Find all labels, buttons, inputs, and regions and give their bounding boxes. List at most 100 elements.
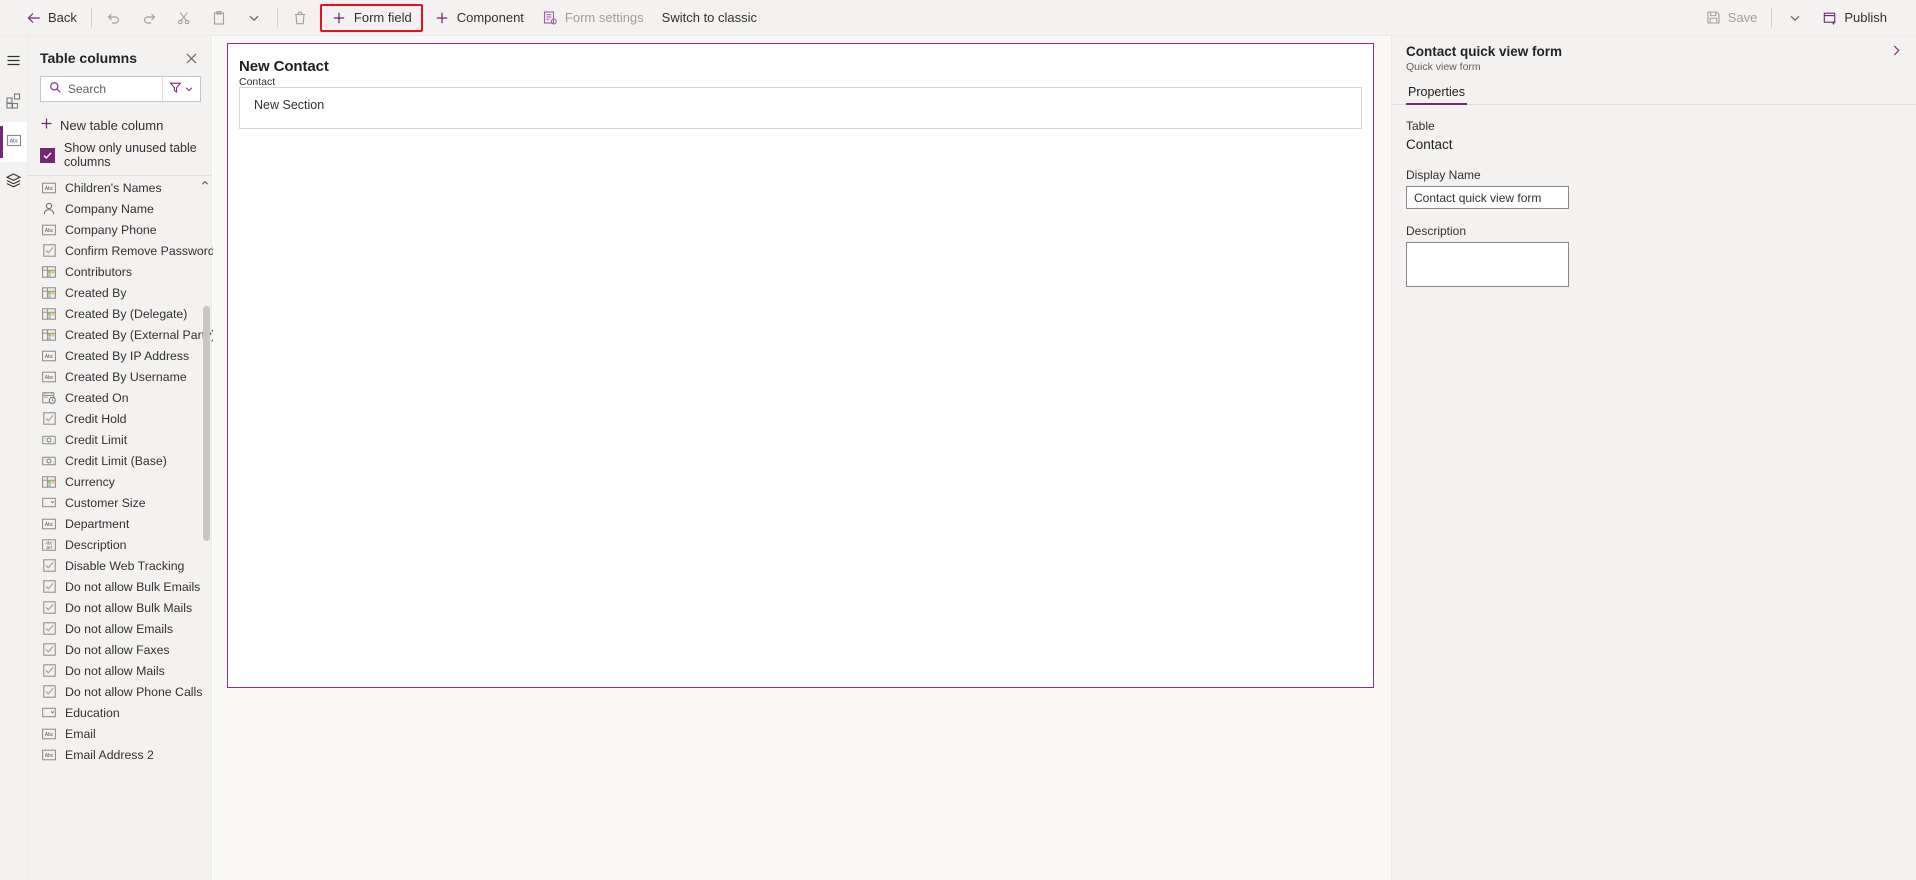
trash-icon [292,9,309,26]
form-card[interactable]: New Contact Contact New Section [227,43,1374,688]
table-column-item[interactable]: Company Name [28,198,213,219]
table-column-label: Company Phone [65,222,157,237]
paste-options-button[interactable] [237,1,272,35]
form-section-label: New Section [254,98,325,112]
table-column-item[interactable]: Abc Email [28,723,213,744]
table-column-item[interactable]: Customer Size [28,492,213,513]
column-list-scrollbar[interactable] [200,176,210,880]
filter-icon [169,81,182,97]
table-column-item[interactable]: Abc Email Address 2 [28,744,213,765]
svg-text:Abc: Abc [45,186,54,192]
table-column-item[interactable]: Do not allow Faxes [28,639,213,660]
svg-text:def: def [46,544,53,549]
components-icon [5,92,23,113]
table-column-item[interactable]: Do not allow Phone Calls [28,681,213,702]
show-only-unused-label: Show only unused table columns [64,141,197,169]
table-column-item[interactable]: Education [28,702,213,723]
properties-header: Contact quick view form Quick view form [1392,36,1916,79]
paste-button[interactable] [202,1,237,35]
table-column-item[interactable]: Disable Web Tracking [28,555,213,576]
table-column-label: Created By [65,285,127,300]
undo-button[interactable] [97,1,132,35]
search-input[interactable] [68,82,162,96]
checkbox-icon [42,664,56,678]
save-icon [1705,9,1722,26]
save-options-button[interactable] [1777,1,1812,35]
table-column-item[interactable]: Credit Hold [28,408,213,429]
search-container[interactable] [41,77,162,101]
filter-button[interactable] [162,77,200,101]
rail-item-hamburger[interactable] [0,42,27,82]
plus-icon [40,117,53,133]
table-column-item[interactable]: Abc Children's Names [28,177,213,198]
form-settings-icon [542,9,559,26]
table-columns-list[interactable]: Abc Children's Names Company Name Abc Compan… [28,176,213,880]
table-column-item[interactable]: Confirm Remove Password [28,240,213,261]
table-column-item[interactable]: Created On [28,387,213,408]
rail-item-components[interactable] [0,82,27,122]
back-label: Back [48,10,77,25]
cut-button[interactable] [167,1,202,35]
table-column-item[interactable]: Do not allow Emails [28,618,213,639]
table-column-item[interactable]: Do not allow Bulk Mails [28,597,213,618]
display-name-input[interactable] [1406,186,1569,209]
table-column-item[interactable]: Credit Limit (Base) [28,450,213,471]
tab-properties-label: Properties [1408,85,1465,99]
rail-item-tree-view[interactable] [0,162,27,202]
form-section[interactable]: New Section [239,87,1362,129]
rail-item-table-columns[interactable]: Abc [0,122,27,162]
new-table-column-button[interactable]: New table column [28,110,211,140]
text-icon: Abc [42,349,56,363]
save-button[interactable]: Save [1696,1,1767,35]
table-column-item[interactable]: Created By [28,282,213,303]
show-only-unused-checkbox[interactable]: Show only unused table columns [28,140,211,170]
properties-tabs: Properties [1392,79,1916,105]
table-column-item[interactable]: Do not allow Bulk Emails [28,576,213,597]
table-column-item[interactable]: Abc Department [28,513,213,534]
checkbox-icon [42,685,56,699]
table-column-item[interactable]: Abc Created By Username [28,366,213,387]
switch-to-classic-button[interactable]: Switch to classic [653,1,766,35]
table-column-item[interactable]: Created By (External Party) [28,324,213,345]
table-column-item[interactable]: Currency [28,471,213,492]
form-title: New Contact [239,58,329,75]
table-column-label: Description [65,537,127,552]
svg-text:Abc: Abc [45,753,54,759]
divider [1771,7,1773,28]
back-button[interactable]: Back [16,1,86,35]
table-column-label: Credit Limit [65,432,128,447]
form-settings-button[interactable]: Form settings [533,1,653,35]
checkbox-icon [42,412,56,426]
scroll-up-arrow[interactable] [200,178,209,188]
description-textarea[interactable] [1406,242,1569,287]
svg-text:Abc: Abc [45,522,54,528]
close-panel-button[interactable] [181,48,201,68]
table-field-label: Table [1406,119,1435,133]
table-column-item[interactable]: Abc Created By IP Address [28,345,213,366]
multiline-text-icon: Abc def [42,538,56,552]
chevron-down-icon [184,82,194,97]
checkbox-icon [42,601,56,615]
form-field-button[interactable]: Form field [322,6,421,30]
command-bar: Back Form field Component Form settings … [0,0,1916,36]
table-column-item[interactable]: Abc def Description [28,534,213,555]
scroll-thumb[interactable] [203,306,210,541]
table-column-item[interactable]: Created By (Delegate) [28,303,213,324]
collapse-panel-button[interactable] [1888,44,1904,60]
display-name-label: Display Name [1406,168,1481,182]
datetime-icon [42,391,56,405]
publish-button[interactable]: Publish [1812,1,1896,35]
currency-icon [42,433,56,447]
table-column-item[interactable]: Credit Limit [28,429,213,450]
clipboard-icon [211,9,228,26]
redo-button[interactable] [132,1,167,35]
table-column-label: Created On [65,390,129,405]
tab-properties[interactable]: Properties [1406,85,1467,105]
switch-to-classic-label: Switch to classic [661,10,758,25]
svg-text:Abc: Abc [45,354,54,360]
table-column-item[interactable]: Abc Company Phone [28,219,213,240]
table-column-item[interactable]: Do not allow Mails [28,660,213,681]
delete-button[interactable] [283,1,318,35]
component-button[interactable]: Component [425,1,533,35]
table-column-item[interactable]: Contributors [28,261,213,282]
